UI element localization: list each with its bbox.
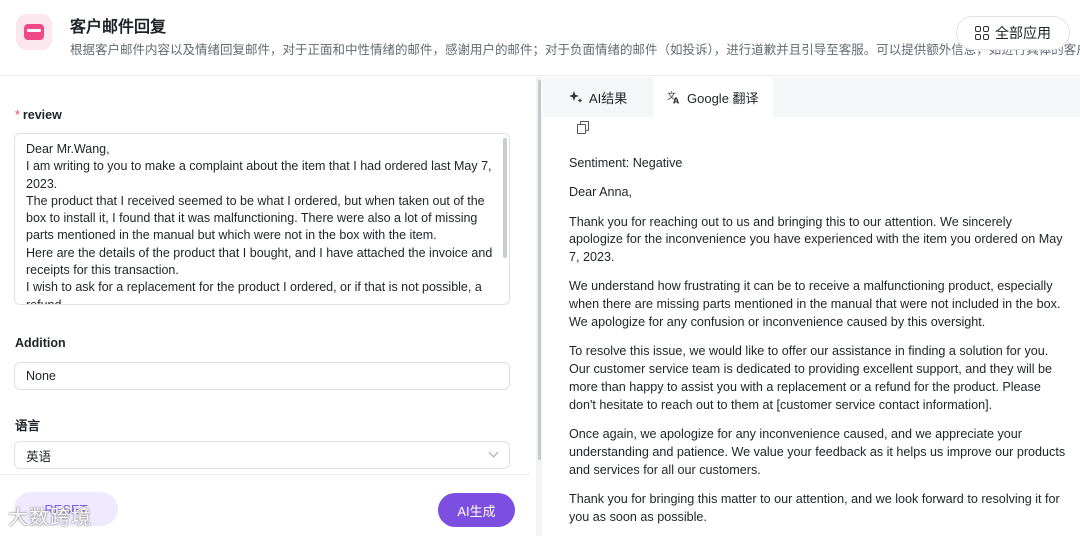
result-tabs: AI结果 文 A Google 翻译 [543, 77, 1080, 117]
tab-ai-result[interactable]: AI结果 [555, 77, 642, 117]
sparkle-icon [569, 91, 583, 103]
result-pane: AI结果 文 A Google 翻译 Sentiment: Negative D… [543, 77, 1080, 536]
required-mark: * [15, 108, 20, 122]
ai-result-panel: Sentiment: Negative Dear Anna, Thank you… [543, 117, 1080, 536]
app-title: 客户邮件回复 [70, 19, 167, 36]
tab-google-translate[interactable]: 文 A Google 翻译 [653, 77, 773, 117]
result-paragraph: We understand how frustrating it can be … [569, 279, 1061, 330]
all-apps-label: 全部应用 [995, 25, 1051, 41]
app-header: 客户邮件回复 根据客户邮件内容以及情绪回复邮件，对于正面和中性情绪的邮件，感谢用… [0, 0, 1080, 76]
review-scrollbar[interactable] [503, 138, 507, 258]
app-description: 根据客户邮件内容以及情绪回复邮件，对于正面和中性情绪的邮件，感谢用户的邮件；对于… [70, 43, 1080, 57]
all-apps-button[interactable]: 全部应用 [956, 16, 1070, 50]
review-textarea[interactable]: Dear Mr.Wang, I am writing to you to mak… [14, 133, 510, 305]
left-scrollbar[interactable] [538, 80, 541, 460]
review-text[interactable]: Dear Mr.Wang, I am writing to you to mak… [26, 141, 500, 304]
copy-icon[interactable] [577, 121, 591, 135]
result-paragraph: To resolve this issue, we would like to … [569, 344, 1053, 412]
addition-input[interactable]: None [14, 362, 510, 390]
grid-icon [975, 26, 989, 40]
result-paragraph: Thank you for bringing this matter to ou… [569, 491, 1060, 524]
result-text: Sentiment: Negative Dear Anna, Thank you… [569, 155, 1069, 538]
result-paragraph: Once again, we apologize for any inconve… [569, 427, 1066, 477]
input-form: * review Dear Mr.Wang, I am writing to yo… [0, 77, 530, 536]
language-select[interactable]: 英语 [14, 441, 510, 469]
addition-label: Addition [15, 336, 66, 350]
chevron-down-icon [488, 447, 499, 458]
result-paragraph: Thank you for reaching out to us and bri… [569, 214, 1063, 265]
mail-app-icon [16, 14, 52, 50]
language-value: 英语 [26, 449, 52, 464]
svg-text:A: A [673, 97, 680, 105]
review-label: * review [15, 108, 62, 122]
greeting-line: Dear Anna, [569, 185, 633, 200]
watermark: 大数跨境 [8, 507, 92, 529]
translate-icon: 文 A [667, 90, 680, 105]
sentiment-line: Sentiment: Negative [569, 156, 683, 170]
divider [0, 474, 530, 475]
ai-generate-button[interactable]: AI生成 [438, 493, 515, 527]
language-label: 语言 [15, 419, 41, 433]
